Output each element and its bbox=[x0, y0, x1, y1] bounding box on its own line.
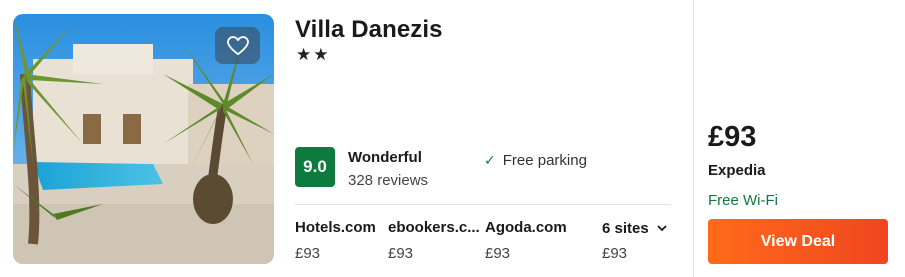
site-name: ebookers.c... bbox=[388, 219, 480, 236]
check-icon: ✓ bbox=[484, 152, 496, 168]
best-price: £93 bbox=[708, 121, 757, 153]
deal-provider: Expedia bbox=[708, 162, 766, 179]
site-option-more[interactable]: 6 sites £93 bbox=[602, 219, 649, 262]
site-price: £93 bbox=[485, 245, 511, 262]
amenity-free-parking: ✓ Free parking bbox=[484, 152, 587, 169]
rating-label: Wonderful bbox=[348, 149, 422, 166]
site-name: Agoda.com bbox=[485, 219, 567, 236]
divider bbox=[295, 204, 671, 205]
column-divider bbox=[693, 0, 694, 277]
view-deal-button[interactable]: View Deal bbox=[708, 219, 888, 264]
hotel-result-card: Villa Danezis ★★ 9.0 Wonderful 328 revie… bbox=[0, 0, 905, 277]
deal-perk: Free Wi-Fi bbox=[708, 192, 778, 209]
site-price: £93 bbox=[602, 245, 628, 262]
star-rating: ★★ bbox=[296, 45, 331, 64]
site-option-agoda[interactable]: Agoda.com £93 bbox=[485, 219, 567, 262]
chevron-down-icon bbox=[657, 223, 667, 235]
rating-score-badge: 9.0 bbox=[295, 147, 335, 187]
amenity-label: Free parking bbox=[502, 152, 587, 169]
review-count[interactable]: 328 reviews bbox=[348, 172, 428, 189]
site-name: Hotels.com bbox=[295, 219, 376, 236]
site-price: £93 bbox=[295, 245, 321, 262]
hotel-name[interactable]: Villa Danezis bbox=[295, 16, 443, 44]
heart-outline-icon bbox=[226, 35, 249, 55]
site-option-ebookers[interactable]: ebookers.c... £93 bbox=[388, 219, 480, 262]
site-option-hotels-com[interactable]: Hotels.com £93 bbox=[295, 219, 376, 262]
favorite-button[interactable] bbox=[215, 27, 260, 64]
site-price: £93 bbox=[388, 245, 414, 262]
